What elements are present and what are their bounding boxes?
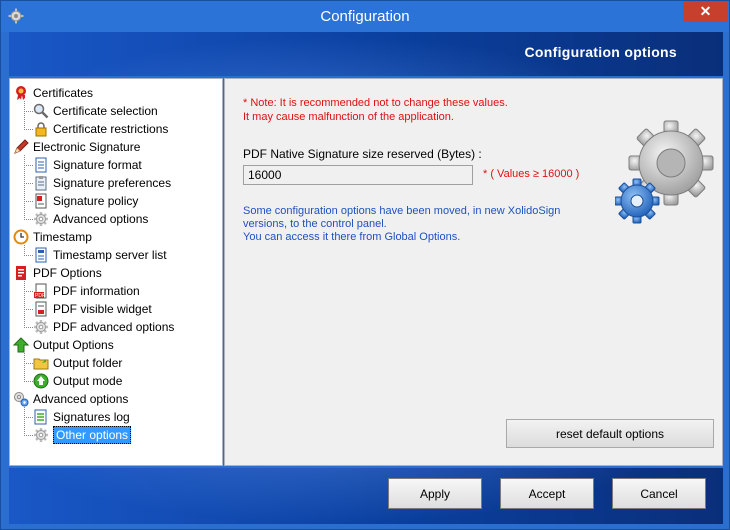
reset-default-options-button[interactable]: reset default options	[506, 419, 714, 448]
tree-item-label: PDF visible widget	[53, 302, 152, 316]
tree-item-output-mode[interactable]: Output mode	[24, 372, 123, 390]
tree-item-signature-policy[interactable]: Signature policy	[24, 192, 139, 210]
close-button[interactable]: ✕	[683, 1, 728, 22]
options-content: * Note: It is recommended not to change …	[224, 78, 723, 466]
tree-item-timestamp-server-list[interactable]: Timestamp server list	[24, 246, 167, 264]
tree-item-label: Certificate selection	[53, 104, 158, 118]
pdf-icon	[13, 265, 29, 281]
server-document-icon	[33, 247, 49, 263]
tree-item-label: Certificate restrictions	[53, 122, 169, 136]
tree-item-label: Timestamp server list	[53, 248, 167, 262]
warning-note-line1: * Note: It is recommended not to change …	[243, 97, 508, 109]
tree-item-certificate-selection[interactable]: Certificate selection	[24, 102, 158, 120]
info-line1: Some configuration options have been mov…	[243, 205, 561, 217]
pen-icon	[13, 139, 29, 155]
tree-item-label: Signature preferences	[53, 176, 172, 190]
tree-item-label: Timestamp	[33, 230, 92, 244]
accept-button[interactable]: Accept	[500, 478, 594, 509]
tree-item-pdf-advanced-options[interactable]: PDF advanced options	[24, 318, 175, 336]
signature-size-input[interactable]	[243, 165, 473, 185]
banner-title: Configuration options	[524, 44, 677, 60]
gear-icon	[33, 319, 49, 335]
gears-icon	[615, 120, 714, 224]
tree-item-label: PDF information	[53, 284, 140, 298]
signature-size-label: PDF Native Signature size reserved (Byte…	[243, 147, 482, 161]
tree-item-label: PDF advanced options	[53, 320, 175, 334]
policy-document-icon	[33, 193, 49, 209]
header-banner: Configuration options	[9, 32, 723, 76]
tree-item-pdf-information[interactable]: PDF PDF information	[24, 282, 140, 300]
window-title: Configuration	[320, 8, 410, 25]
tree-item-pdf-options[interactable]: PDF Options	[13, 264, 102, 282]
tree-item-timestamp[interactable]: Timestamp	[13, 228, 92, 246]
apply-button[interactable]: Apply	[388, 478, 482, 509]
tree-item-electronic-signature[interactable]: Electronic Signature	[13, 138, 140, 156]
options-tree[interactable]: Certificates Certificate selection Certifi…	[9, 78, 223, 466]
gear-icon	[33, 427, 49, 443]
tree-item-signature-format[interactable]: Signature format	[24, 156, 142, 174]
folder-icon	[33, 355, 49, 371]
gear-icon	[33, 211, 49, 227]
tree-item-certificate-restrictions[interactable]: Certificate restrictions	[24, 120, 169, 138]
dialog-button-bar: Apply Accept Cancel	[9, 468, 723, 524]
tree-item-label: Other options	[53, 426, 132, 444]
tree-item-label: Electronic Signature	[33, 140, 141, 154]
tree-item-label: Advanced options	[53, 212, 149, 226]
gears-icon	[13, 391, 29, 407]
tree-item-other-options[interactable]: Other options	[24, 426, 132, 444]
tree-item-label: Output folder	[53, 356, 123, 370]
configuration-window: Configuration ✕ Configuration options Ce…	[0, 0, 730, 530]
tree-item-label: Signature policy	[53, 194, 139, 208]
tree-item-label: Signatures log	[53, 410, 130, 424]
clipboard-icon	[33, 175, 49, 191]
green-circle-arrow-icon	[33, 373, 49, 389]
tree-item-signature-preferences[interactable]: Signature preferences	[24, 174, 172, 192]
tree-item-signatures-log[interactable]: Signatures log	[24, 408, 130, 426]
info-line3: You can access it there from Global Opti…	[243, 231, 461, 243]
ribbon-icon	[13, 85, 29, 101]
tree-item-output-options[interactable]: Output Options	[12, 336, 114, 354]
title-bar[interactable]: Configuration ✕	[1, 1, 729, 32]
lock-icon	[33, 121, 49, 137]
close-icon[interactable]: ✕	[700, 3, 712, 19]
log-icon	[33, 409, 49, 425]
tree-item-label: Output mode	[53, 374, 123, 388]
tree-item-advanced-options[interactable]: Advanced options	[24, 210, 149, 228]
clock-icon	[13, 229, 29, 245]
tree-item-pdf-visible-widget[interactable]: PDF visible widget	[24, 300, 152, 318]
tree-item-label: Output Options	[33, 338, 114, 352]
green-arrow-icon	[12, 337, 30, 353]
pdf-info-icon: PDF	[33, 283, 49, 299]
pdf-widget-icon	[33, 301, 49, 317]
info-line2: versions, to the control panel.	[243, 218, 387, 230]
tree-item-label: Certificates	[33, 86, 94, 100]
tree-item-label: Signature format	[53, 158, 142, 172]
document-icon	[33, 157, 49, 173]
tree-item-advanced-options[interactable]: Advanced options	[13, 390, 128, 408]
tree-item-label: PDF Options	[33, 266, 102, 280]
tree-item-certificates[interactable]: Certificates	[13, 84, 93, 102]
magnifier-icon	[33, 103, 49, 119]
tree-item-output-folder[interactable]: Output folder	[24, 354, 123, 372]
values-note: * ( Values ≥ 16000 )	[483, 168, 580, 180]
svg-text:PDF: PDF	[35, 293, 45, 299]
tree-item-label: Advanced options	[33, 392, 129, 406]
cancel-button[interactable]: Cancel	[612, 478, 706, 509]
warning-note-line2: It may cause malfunction of the applicat…	[243, 111, 454, 123]
